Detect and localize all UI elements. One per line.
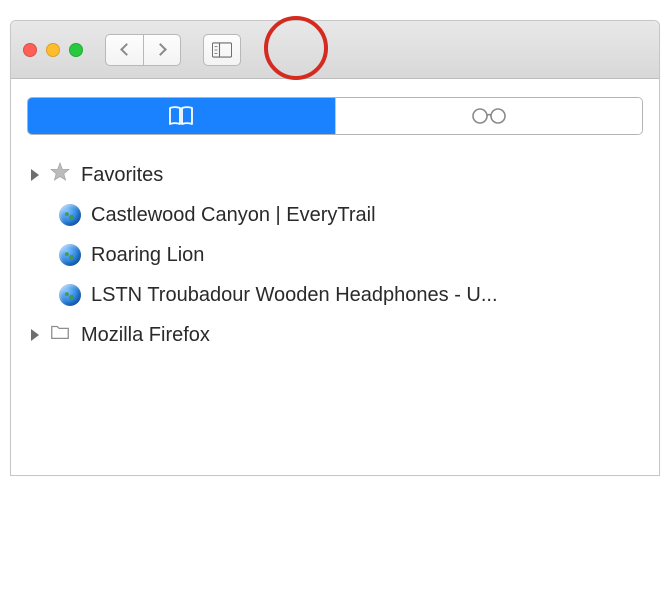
minimize-window-button[interactable] [46, 43, 60, 57]
globe-icon [59, 284, 81, 306]
bookmark-folder[interactable]: Mozilla Firefox [27, 315, 643, 355]
list-item-label: Castlewood Canyon | EveryTrail [91, 204, 376, 227]
list-item-label: Favorites [81, 164, 163, 187]
favorites-folder[interactable]: Favorites [27, 155, 643, 195]
titlebar [11, 21, 659, 79]
tab-bookmarks[interactable] [28, 98, 335, 134]
browser-window: Favorites Castlewood Canyon | EveryTrail… [10, 20, 660, 476]
tab-reading-list[interactable] [335, 98, 643, 134]
bookmark-list: Favorites Castlewood Canyon | EveryTrail… [27, 155, 643, 355]
chevron-left-icon [120, 43, 133, 56]
forward-button[interactable] [143, 34, 181, 66]
list-item-label: Roaring Lion [91, 244, 204, 267]
disclosure-triangle-icon[interactable] [31, 329, 39, 341]
sidebar-toggle-button[interactable] [203, 34, 241, 66]
close-window-button[interactable] [23, 43, 37, 57]
book-icon [166, 105, 196, 127]
chevron-right-icon [154, 43, 167, 56]
glasses-icon [469, 106, 509, 126]
globe-icon [59, 204, 81, 226]
back-button[interactable] [105, 34, 143, 66]
list-item-label: LSTN Troubadour Wooden Headphones - U... [91, 284, 498, 307]
bookmark-item[interactable]: Castlewood Canyon | EveryTrail [27, 195, 643, 235]
disclosure-triangle-icon[interactable] [31, 169, 39, 181]
folder-icon [49, 321, 71, 349]
sidebar-panel: Favorites Castlewood Canyon | EveryTrail… [11, 79, 659, 475]
bookmark-item[interactable]: LSTN Troubadour Wooden Headphones - U... [27, 275, 643, 315]
sidebar-mode-segmented-control [27, 97, 643, 135]
nav-buttons [105, 34, 181, 66]
bookmark-item[interactable]: Roaring Lion [27, 235, 643, 275]
window-controls [23, 43, 83, 57]
star-icon [49, 161, 71, 189]
globe-icon [59, 244, 81, 266]
sidebar-icon [212, 42, 232, 58]
maximize-window-button[interactable] [69, 43, 83, 57]
list-item-label: Mozilla Firefox [81, 324, 210, 347]
